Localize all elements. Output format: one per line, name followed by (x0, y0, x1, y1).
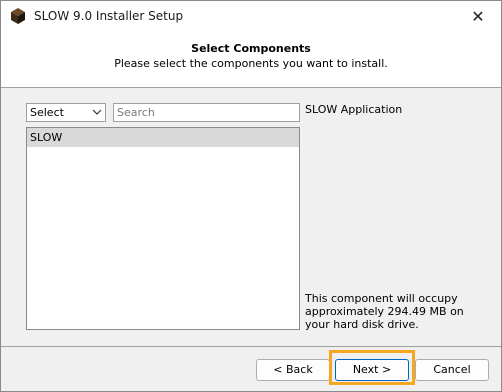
list-item-label: SLOW (30, 131, 63, 144)
window-title: SLOW 9.0 Installer Setup (34, 9, 184, 23)
component-filter-select[interactable]: Select (26, 103, 106, 122)
back-button[interactable]: < Back (256, 359, 330, 381)
page-header: Select Components Please select the comp… (1, 31, 501, 88)
component-description: This component will occupy approximately… (305, 292, 464, 331)
chevron-down-icon (92, 109, 102, 115)
page-title: Select Components (191, 42, 311, 55)
close-icon: ✕ (471, 6, 485, 26)
next-button[interactable]: Next > (335, 359, 409, 381)
component-name: SLOW Application (305, 103, 403, 116)
page-subtitle: Please select the components you want to… (114, 57, 388, 70)
component-list[interactable]: SLOW (26, 127, 300, 330)
footer-divider (1, 346, 501, 347)
close-button[interactable]: ✕ (455, 1, 501, 31)
title-bar: SLOW 9.0 Installer Setup ✕ (1, 1, 501, 31)
filter-selected-value: Select (30, 106, 64, 119)
list-item[interactable]: SLOW (27, 128, 299, 147)
cancel-button[interactable]: Cancel (415, 359, 489, 381)
box-icon (11, 8, 25, 24)
installer-window: SLOW 9.0 Installer Setup ✕ Select Compon… (0, 0, 502, 392)
search-input[interactable] (113, 103, 300, 122)
